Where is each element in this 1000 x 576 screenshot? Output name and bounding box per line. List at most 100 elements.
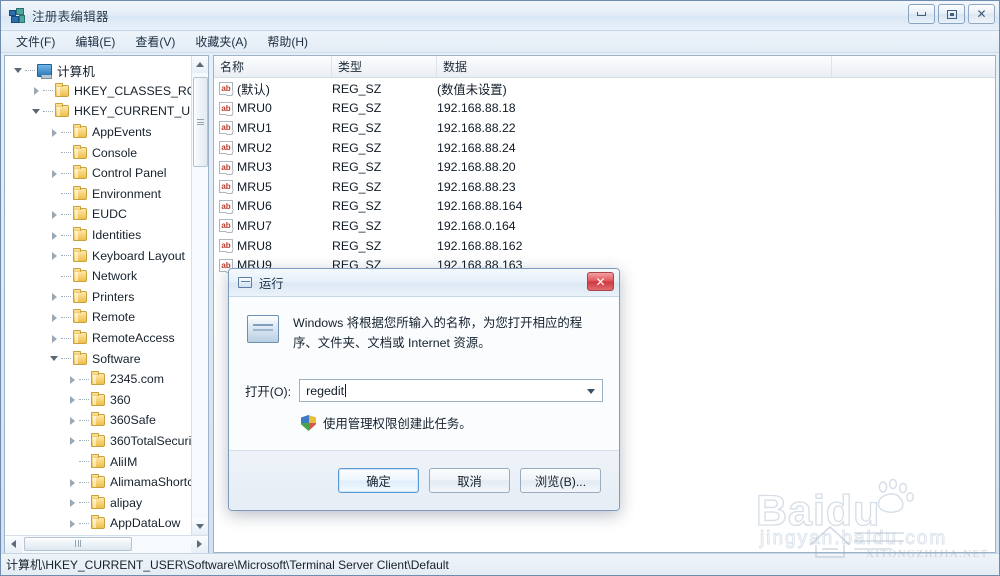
table-row[interactable]: ab MRU3 REG_SZ 192.168.88.20	[214, 157, 995, 177]
scroll-right-icon[interactable]	[191, 535, 208, 553]
chevron-down-icon[interactable]	[587, 389, 595, 394]
tree-hscroll-track[interactable]	[22, 535, 191, 553]
menu-file[interactable]: 文件(F)	[7, 31, 64, 52]
chevron-down-icon[interactable]	[31, 106, 42, 117]
tree-connector	[25, 69, 35, 71]
chevron-right-icon[interactable]	[67, 477, 78, 488]
tree-node[interactable]: 2345.com	[5, 369, 191, 390]
value-type: REG_SZ	[332, 179, 382, 194]
chevron-right-icon[interactable]	[49, 230, 60, 241]
value-name: MRU5	[237, 179, 272, 194]
tree-node[interactable]: Identities	[5, 225, 191, 246]
tree-node[interactable]: HKEY_CLASSES_ROOT	[5, 81, 191, 102]
tree-horizontal-scrollbar[interactable]	[5, 535, 208, 553]
tree-vscroll-track[interactable]	[191, 73, 208, 518]
tree-node[interactable]: Console	[5, 142, 191, 163]
menu-view[interactable]: 查看(V)	[126, 31, 184, 52]
tree-node[interactable]: EUDC	[5, 204, 191, 225]
chevron-right-icon[interactable]	[67, 518, 78, 529]
tree-node-label: alipay	[110, 495, 143, 510]
cancel-button[interactable]: 取消	[429, 468, 510, 493]
tree-vscroll-thumb[interactable]	[192, 77, 208, 167]
column-header-name[interactable]: 名称	[214, 56, 332, 77]
run-open-row: 打开(O): regedit	[245, 379, 603, 402]
menu-edit[interactable]: 编辑(E)	[66, 31, 124, 52]
value-type: REG_SZ	[332, 120, 382, 135]
registry-tree[interactable]: 计算机 HKEY_CLASSES_ROOT HKEY_CURRENT_USER App…	[5, 56, 191, 535]
chevron-down-icon[interactable]	[13, 65, 24, 76]
table-row[interactable]: ab MRU7 REG_SZ 192.168.0.164	[214, 216, 995, 236]
run-command-input[interactable]: regedit	[299, 379, 603, 402]
scroll-down-icon[interactable]	[191, 518, 208, 535]
table-row[interactable]: ab (默认) REG_SZ (数值未设置)	[214, 79, 995, 99]
tree-connector	[61, 358, 71, 360]
minimize-button[interactable]	[908, 4, 935, 24]
tree-node[interactable]: alipay	[5, 492, 191, 513]
value-type: REG_SZ	[332, 218, 382, 233]
maximize-button[interactable]	[938, 4, 965, 24]
tree-node[interactable]: RemoteAccess	[5, 328, 191, 349]
tree-node[interactable]: 360Safe	[5, 410, 191, 431]
scroll-left-icon[interactable]	[5, 535, 22, 553]
value-data: 192.168.88.22	[437, 120, 516, 135]
tree-hscroll-thumb[interactable]	[24, 536, 132, 551]
browse-button[interactable]: 浏览(B)...	[520, 468, 601, 493]
scroll-up-icon[interactable]	[191, 56, 208, 73]
tree-node[interactable]: Network	[5, 266, 191, 287]
chevron-right-icon[interactable]	[49, 312, 60, 323]
chevron-right-icon[interactable]	[49, 250, 60, 261]
title-bar[interactable]: 注册表编辑器 ✕	[1, 1, 999, 31]
chevron-right-icon[interactable]	[67, 394, 78, 405]
close-button[interactable]: ✕	[968, 4, 995, 24]
table-row[interactable]: ab MRU8 REG_SZ 192.168.88.162	[214, 236, 995, 256]
tree-node[interactable]: AppDataLow	[5, 513, 191, 534]
tree-node[interactable]: 360	[5, 390, 191, 411]
tree-vertical-scrollbar[interactable]	[191, 56, 208, 535]
value-type: REG_SZ	[332, 160, 382, 175]
tree-node[interactable]: Environment	[5, 184, 191, 205]
tree-node[interactable]: 360TotalSecurity	[5, 431, 191, 452]
table-row[interactable]: ab MRU1 REG_SZ 192.168.88.22	[214, 118, 995, 138]
column-header-data[interactable]: 数据	[437, 56, 832, 77]
menu-favorites[interactable]: 收藏夹(A)	[186, 31, 256, 52]
chevron-right-icon[interactable]	[67, 497, 78, 508]
value-name-cell: ab MRU2	[214, 141, 332, 155]
chevron-right-icon[interactable]	[31, 85, 42, 96]
chevron-right-icon[interactable]	[67, 415, 78, 426]
chevron-right-icon[interactable]	[49, 333, 60, 344]
run-dialog-close-button[interactable]: ✕	[587, 272, 614, 291]
tree-node[interactable]: Printers	[5, 287, 191, 308]
chevron-right-icon[interactable]	[49, 291, 60, 302]
table-row[interactable]: ab MRU2 REG_SZ 192.168.88.24	[214, 138, 995, 158]
table-row[interactable]: ab MRU0 REG_SZ 192.168.88.18	[214, 99, 995, 119]
tree-node[interactable]: AliIM	[5, 451, 191, 472]
chevron-right-icon[interactable]	[67, 374, 78, 385]
run-dialog-title-bar[interactable]: 运行 ✕	[229, 269, 619, 297]
table-row[interactable]: ab MRU6 REG_SZ 192.168.88.164	[214, 197, 995, 217]
tree-node[interactable]: AppEvents	[5, 122, 191, 143]
chevron-right-icon[interactable]	[67, 435, 78, 446]
chevron-right-icon[interactable]	[49, 127, 60, 138]
tree-node[interactable]: HKEY_CURRENT_USER	[5, 101, 191, 122]
tree-node[interactable]: Keyboard Layout	[5, 245, 191, 266]
tree-node[interactable]: 计算机	[5, 60, 191, 81]
chevron-right-icon[interactable]	[49, 209, 60, 220]
tree-node[interactable]: AlimamaShortcu	[5, 472, 191, 493]
table-row[interactable]: ab MRU5 REG_SZ 192.168.88.23	[214, 177, 995, 197]
tree-node[interactable]: Remote	[5, 307, 191, 328]
tree-node-label: HKEY_CURRENT_USER	[74, 104, 191, 119]
tree-connector	[61, 172, 71, 174]
column-header-type[interactable]: 类型	[332, 56, 437, 77]
ok-button[interactable]: 确定	[338, 468, 419, 493]
chevron-right-icon[interactable]	[49, 168, 60, 179]
menu-help[interactable]: 帮助(H)	[258, 31, 317, 52]
computer-icon	[37, 63, 52, 79]
tree-node-label: RemoteAccess	[92, 331, 175, 346]
maximize-icon	[946, 9, 957, 19]
tree-node[interactable]: Control Panel	[5, 163, 191, 184]
chevron-down-icon[interactable]	[49, 353, 60, 364]
value-data: 192.168.88.18	[437, 101, 516, 116]
tree-node[interactable]: Software	[5, 348, 191, 369]
tree-node-label: Console	[92, 145, 138, 160]
run-window-icon	[238, 277, 252, 288]
